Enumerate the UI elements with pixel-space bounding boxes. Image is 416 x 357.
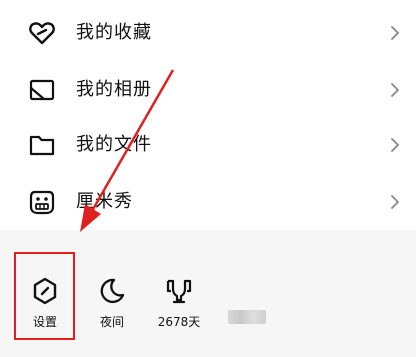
days-label: 2678天 <box>157 315 201 329</box>
night-mode-label: 夜间 <box>99 315 124 329</box>
chevron-right-icon <box>391 83 399 97</box>
settings-button[interactable]: 设置 <box>15 276 75 330</box>
menu-list: 我的收藏 我的相册 我的文件 厘米秀 <box>0 0 416 230</box>
album-icon <box>29 79 55 101</box>
menu-item-label: 我的收藏 <box>76 22 152 43</box>
blurred-text <box>228 310 266 324</box>
menu-item-favorites[interactable]: 我的收藏 <box>0 13 416 53</box>
chevron-right-icon <box>391 26 399 40</box>
menu-item-files[interactable]: 我的文件 <box>0 125 416 165</box>
chevron-right-icon <box>391 195 399 209</box>
trophy-icon <box>166 279 192 304</box>
settings-hexagon-icon <box>33 277 57 305</box>
settings-label: 设置 <box>32 315 57 329</box>
menu-item-label: 厘米秀 <box>76 191 133 212</box>
menu-item-cmshow[interactable]: 厘米秀 <box>0 182 416 222</box>
menu-item-album[interactable]: 我的相册 <box>0 70 416 110</box>
chevron-right-icon <box>391 138 399 152</box>
bottom-toolbar: 设置 夜间 2678天 <box>0 230 416 357</box>
menu-item-label: 我的文件 <box>76 134 152 155</box>
moon-icon <box>100 278 125 304</box>
cmshow-face-icon <box>29 190 55 215</box>
days-badge-button[interactable]: 2678天 <box>149 276 209 330</box>
menu-item-label: 我的相册 <box>76 79 152 100</box>
heart-favorite-icon <box>29 22 55 45</box>
night-mode-button[interactable]: 夜间 <box>82 276 142 330</box>
folder-icon <box>29 135 55 156</box>
